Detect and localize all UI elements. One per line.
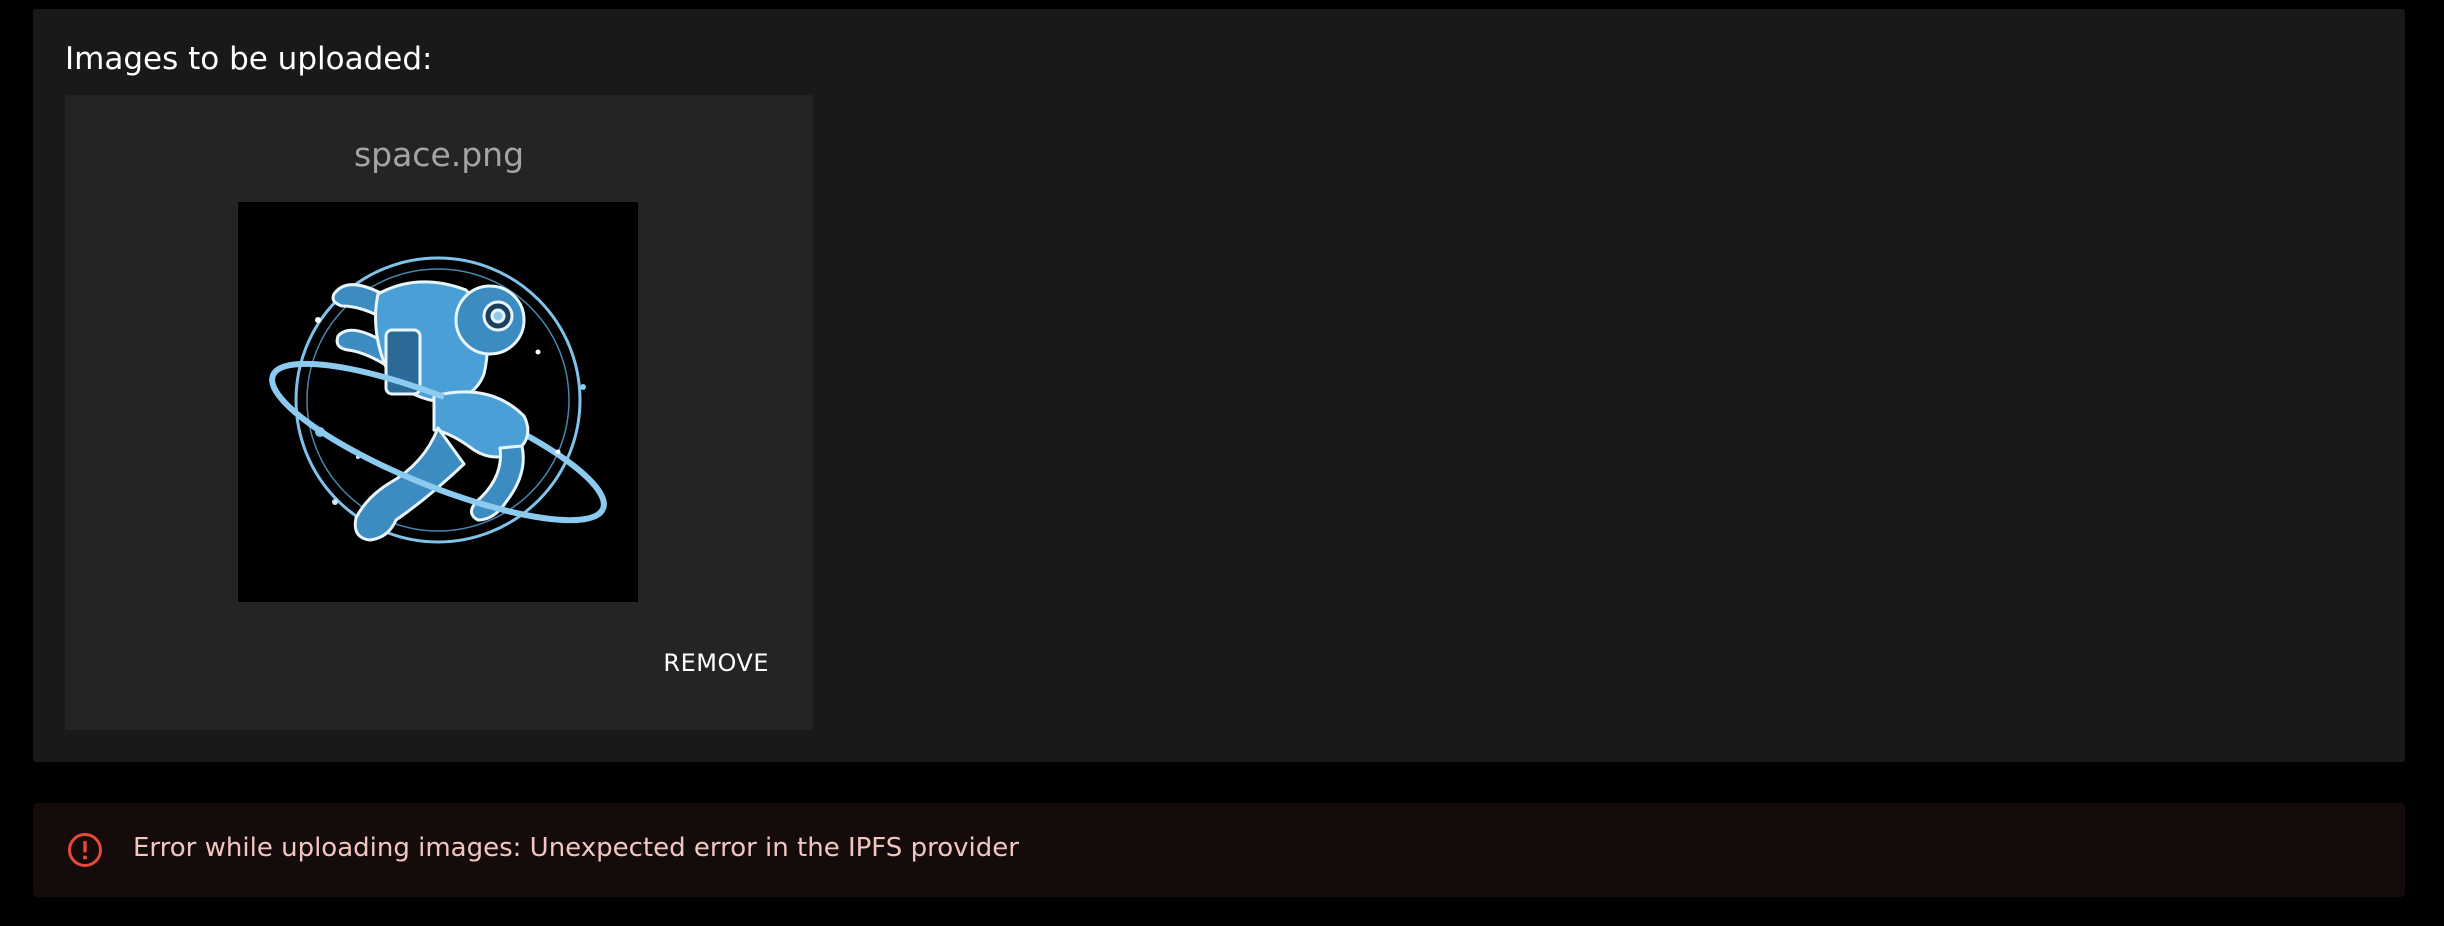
image-card: space.png REMOVE [65, 95, 813, 730]
error-circle-icon [67, 832, 103, 868]
error-message: Error while uploading images: Unexpected… [133, 833, 1019, 863]
image-preview [238, 202, 638, 602]
upload-panel: Images to be uploaded: space.png REMOVE [33, 9, 2405, 762]
file-name: space.png [353, 135, 525, 174]
remove-button[interactable]: REMOVE [657, 645, 775, 681]
astronaut-image [238, 202, 638, 602]
error-banner: Error while uploading images: Unexpected… [33, 803, 2405, 897]
upload-heading: Images to be uploaded: [65, 41, 433, 77]
